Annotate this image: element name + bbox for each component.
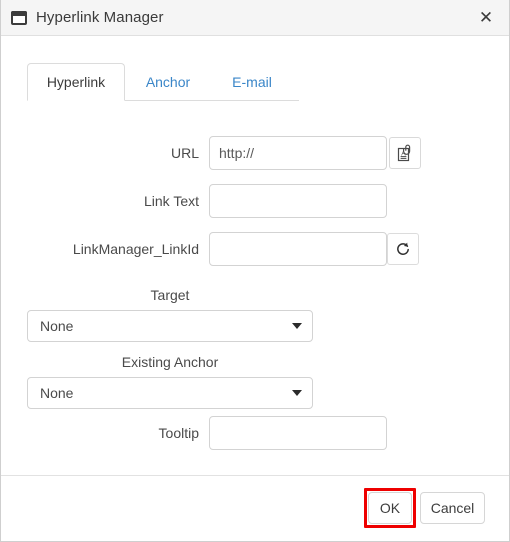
close-icon[interactable]: ✕ (463, 0, 509, 35)
link-manager-linkid-label: LinkManager_LinkId (72, 241, 199, 257)
dialog-titlebar: Hyperlink Manager ✕ (1, 0, 509, 36)
target-select[interactable]: None (27, 310, 313, 342)
tab-email[interactable]: E-mail (217, 63, 287, 101)
tooltip-label: Tooltip (158, 425, 199, 441)
link-text-input[interactable] (209, 184, 387, 218)
refresh-icon[interactable] (387, 233, 419, 265)
dialog-footer: OK Cancel (1, 475, 509, 541)
link-text-row: Link Text (1, 184, 509, 218)
chevron-down-icon (292, 390, 302, 396)
url-input[interactable] (209, 136, 387, 170)
window-icon (11, 10, 27, 25)
link-manager-linkid-row: LinkManager_LinkId (1, 232, 509, 266)
tab-hyperlink[interactable]: Hyperlink (27, 63, 125, 101)
dialog-body: Hyperlink Anchor E-mail URL A (1, 36, 509, 475)
tooltip-input[interactable] (209, 416, 387, 450)
hyperlink-manager-dialog: Hyperlink Manager ✕ Hyperlink Anchor E-m… (0, 0, 510, 542)
chevron-down-icon (292, 323, 302, 329)
tab-anchor-label: Anchor (145, 74, 191, 90)
cancel-button[interactable]: Cancel (420, 492, 485, 524)
existing-anchor-select-value: None (40, 385, 74, 401)
url-row: URL A (1, 136, 509, 170)
tab-hyperlink-label: Hyperlink (46, 74, 106, 90)
tab-email-label: E-mail (232, 74, 272, 90)
link-text-label: Link Text (144, 193, 199, 209)
target-label: Target (150, 287, 190, 303)
tab-anchor[interactable]: Anchor (133, 63, 203, 101)
tab-strip: Hyperlink Anchor E-mail (27, 63, 299, 101)
dialog-title: Hyperlink Manager (36, 9, 164, 26)
ok-button[interactable]: OK (368, 492, 412, 524)
tooltip-row: Tooltip (1, 416, 509, 450)
screenshot-root: Hyperlink Manager ✕ Hyperlink Anchor E-m… (0, 0, 510, 542)
existing-anchor-select[interactable]: None (27, 377, 313, 409)
link-manager-linkid-input[interactable] (209, 232, 387, 266)
document-attachment-icon[interactable]: A (389, 137, 421, 169)
target-select-value: None (40, 318, 74, 334)
url-label: URL (170, 145, 199, 161)
existing-anchor-label: Existing Anchor (121, 354, 219, 370)
